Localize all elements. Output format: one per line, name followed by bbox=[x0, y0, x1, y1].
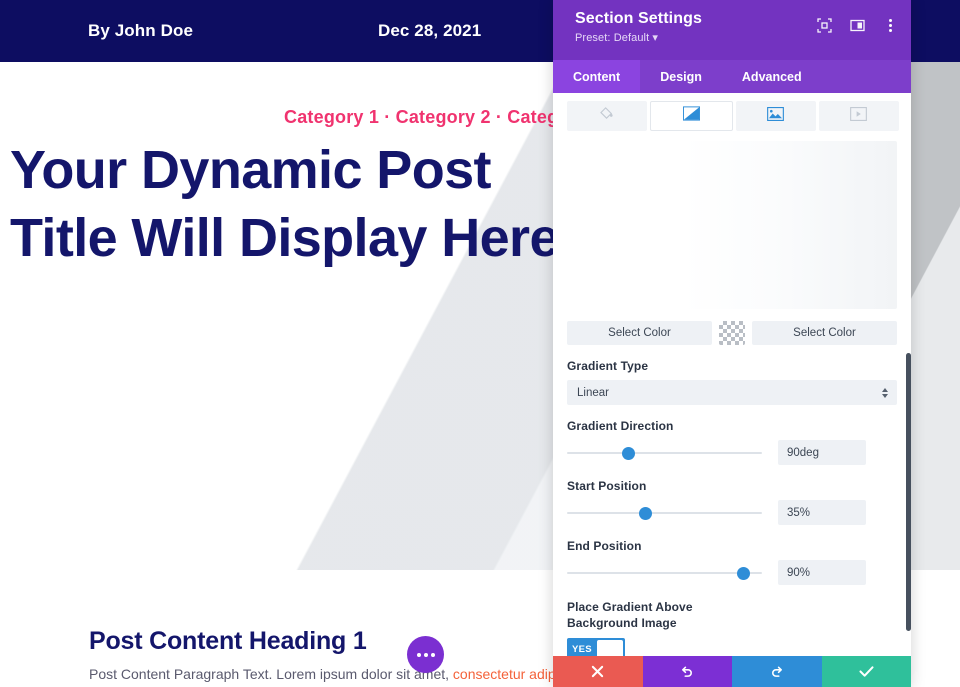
tab-design[interactable]: Design bbox=[640, 60, 722, 93]
select-color-start-button[interactable]: Select Color bbox=[567, 321, 712, 345]
ellipsis-icon bbox=[417, 653, 435, 657]
save-button[interactable] bbox=[822, 656, 912, 687]
content-heading: Post Content Heading 1 bbox=[89, 627, 367, 656]
end-position-slider[interactable] bbox=[567, 565, 762, 581]
start-position-field: Start Position 35% bbox=[567, 479, 897, 525]
place-gradient-above-toggle[interactable]: YES bbox=[567, 638, 625, 656]
post-categories[interactable]: Category 1 · Category 2 · Category bbox=[284, 107, 587, 128]
background-gradient-tab[interactable] bbox=[650, 101, 732, 131]
start-position-slider[interactable] bbox=[567, 505, 762, 521]
panel-action-bar bbox=[553, 656, 911, 687]
content-paragraph-link[interactable]: consectetur adip bbox=[453, 666, 556, 682]
gradient-icon bbox=[683, 106, 700, 126]
background-type-tabs bbox=[553, 93, 911, 131]
background-image-tab[interactable] bbox=[736, 101, 816, 131]
gradient-color-stops: Select Color Select Color bbox=[567, 321, 897, 345]
gradient-type-label: Gradient Type bbox=[567, 359, 897, 373]
screen: By John Doe Dec 28, 2021 Category 1 · Ca… bbox=[0, 0, 960, 687]
gradient-direction-input[interactable]: 90deg bbox=[778, 440, 866, 465]
post-author: By John Doe bbox=[88, 21, 193, 41]
paint-bucket-icon bbox=[600, 106, 615, 126]
check-icon bbox=[859, 665, 874, 678]
background-color-tab[interactable] bbox=[567, 101, 647, 131]
post-title: Your Dynamic Post Title Will Display Her… bbox=[10, 136, 570, 272]
section-settings-panel: Section Settings Preset: Default ▾ bbox=[553, 0, 911, 687]
end-position-label: End Position bbox=[567, 539, 897, 553]
panel-header-icons bbox=[817, 18, 897, 33]
gradient-direction-label: Gradient Direction bbox=[567, 419, 897, 433]
builder-fab-button[interactable] bbox=[407, 636, 444, 673]
redo-icon bbox=[770, 665, 784, 679]
toggle-handle[interactable] bbox=[597, 640, 623, 656]
redo-button[interactable] bbox=[732, 656, 822, 687]
gradient-type-select[interactable]: Linear bbox=[567, 380, 897, 405]
cancel-button[interactable] bbox=[553, 656, 643, 687]
undo-button[interactable] bbox=[643, 656, 733, 687]
layout-columns-icon[interactable] bbox=[850, 18, 865, 33]
undo-icon bbox=[680, 665, 694, 679]
post-date: Dec 28, 2021 bbox=[378, 21, 481, 41]
close-icon bbox=[591, 665, 604, 678]
end-position-field: End Position 90% bbox=[567, 539, 897, 585]
gradient-type-value: Linear bbox=[577, 387, 609, 399]
start-position-label: Start Position bbox=[567, 479, 897, 493]
content-paragraph: Post Content Paragraph Text. Lorem ipsum… bbox=[89, 666, 556, 682]
chevron-updown-icon bbox=[882, 388, 888, 398]
image-icon bbox=[767, 107, 784, 126]
select-color-end-button[interactable]: Select Color bbox=[752, 321, 897, 345]
place-gradient-above-field: Place Gradient Above Background Image YE… bbox=[567, 599, 897, 656]
content-paragraph-text: Post Content Paragraph Text. Lorem ipsum… bbox=[89, 666, 453, 682]
gradient-type-field: Gradient Type Linear bbox=[567, 359, 897, 405]
slider-track bbox=[567, 572, 762, 574]
gradient-preview[interactable] bbox=[567, 141, 897, 309]
toggle-yes-label: YES bbox=[567, 638, 597, 656]
slider-knob[interactable] bbox=[639, 507, 652, 520]
transparent-swatch-icon[interactable] bbox=[719, 321, 745, 345]
gradient-direction-field: Gradient Direction 90deg bbox=[567, 419, 897, 465]
tab-advanced[interactable]: Advanced bbox=[722, 60, 822, 93]
start-position-input[interactable]: 35% bbox=[778, 500, 866, 525]
kebab-menu-icon[interactable] bbox=[883, 19, 897, 32]
slider-knob[interactable] bbox=[737, 567, 750, 580]
slider-track bbox=[567, 512, 762, 514]
tab-content[interactable]: Content bbox=[553, 60, 640, 93]
slider-knob[interactable] bbox=[622, 447, 635, 460]
background-video-tab[interactable] bbox=[819, 101, 899, 131]
end-position-input[interactable]: 90% bbox=[778, 560, 866, 585]
panel-body: Select Color Select Color Gradient Type … bbox=[553, 93, 911, 656]
place-gradient-above-label: Place Gradient Above Background Image bbox=[567, 599, 747, 631]
panel-header: Section Settings Preset: Default ▾ bbox=[553, 0, 911, 60]
panel-tabs: Content Design Advanced bbox=[553, 60, 911, 93]
panel-scrollbar[interactable] bbox=[906, 353, 911, 631]
focus-icon[interactable] bbox=[817, 18, 832, 33]
gradient-direction-slider[interactable] bbox=[567, 445, 762, 461]
video-icon bbox=[850, 107, 867, 126]
slider-track bbox=[567, 452, 762, 454]
